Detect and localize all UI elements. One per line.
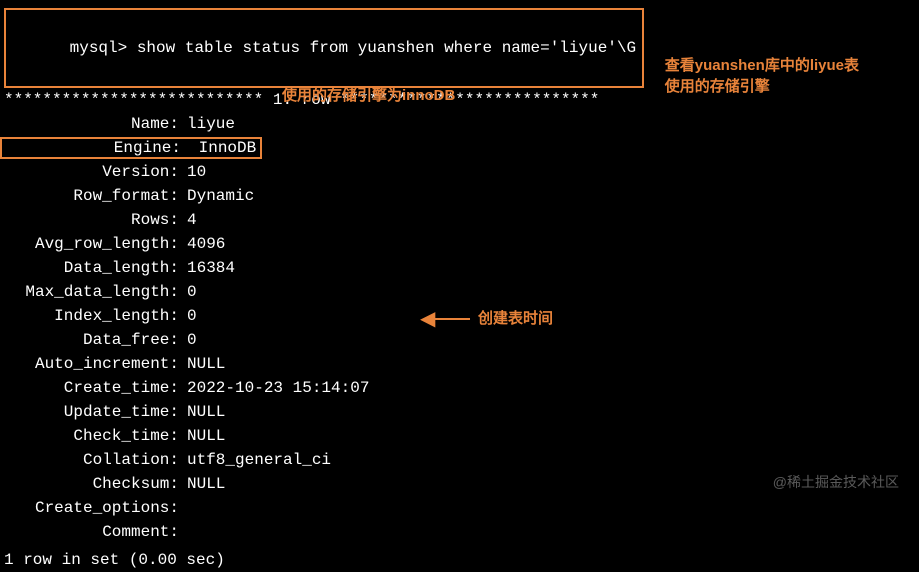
- field-label: Auto_increment:: [4, 352, 179, 376]
- field-row: Create_options:: [4, 496, 915, 520]
- field-label: Avg_row_length:: [4, 232, 179, 256]
- field-row: Data_length: 16384: [4, 256, 915, 280]
- field-label: Max_data_length:: [4, 280, 179, 304]
- field-label: Checksum:: [4, 472, 179, 496]
- watermark: @稀土掘金技术社区: [773, 472, 899, 493]
- field-value: 0: [187, 280, 197, 304]
- field-value: NULL: [187, 352, 225, 376]
- field-label: Version:: [4, 160, 179, 184]
- field-value: 0: [187, 328, 197, 352]
- field-label: Data_free:: [4, 328, 179, 352]
- field-row: Update_time: NULL: [4, 400, 915, 424]
- field-label: Collation:: [4, 448, 179, 472]
- field-row: Auto_increment: NULL: [4, 352, 915, 376]
- field-value: NULL: [187, 400, 225, 424]
- annotation-create-time: 创建表时间: [478, 308, 553, 329]
- annotation-engine-innodb: 使用的存储引擎为innoDB: [282, 85, 455, 106]
- field-label: Update_time:: [4, 400, 179, 424]
- field-label: Create_time:: [4, 376, 179, 400]
- field-label: Index_length:: [4, 304, 179, 328]
- field-row: Data_free: 0: [4, 328, 915, 352]
- field-value: 4096: [187, 232, 225, 256]
- field-row: Max_data_length: 0: [4, 280, 915, 304]
- prompt: mysql>: [70, 39, 128, 57]
- field-row: Engine: InnoDB: [4, 136, 915, 160]
- highlighted-field: Engine: InnoDB: [0, 137, 262, 159]
- field-value: 10: [187, 160, 206, 184]
- field-label: Row_format:: [4, 184, 179, 208]
- field-value: liyue: [187, 112, 235, 136]
- field-value: 2022-10-23 15:14:07: [187, 376, 369, 400]
- sql-command: show table status from yuanshen where na…: [137, 39, 636, 57]
- field-label: Comment:: [4, 520, 179, 544]
- field-value: 16384: [187, 256, 235, 280]
- field-row: Row_format: Dynamic: [4, 184, 915, 208]
- field-row: Rows: 4: [4, 208, 915, 232]
- field-row: Create_time: 2022-10-23 15:14:07: [4, 376, 915, 400]
- field-value: 4: [187, 208, 197, 232]
- field-row: Comment:: [4, 520, 915, 544]
- field-row: Avg_row_length: 4096: [4, 232, 915, 256]
- field-value: 0: [187, 304, 197, 328]
- field-label: Name:: [4, 112, 179, 136]
- result-footer: 1 row in set (0.00 sec): [4, 548, 915, 572]
- annotation-check-engine: 查看yuanshen库中的liyue表 使用的存储引擎: [665, 55, 859, 97]
- field-row: Index_length: 0: [4, 304, 915, 328]
- field-value: NULL: [187, 424, 225, 448]
- field-value: InnoDB: [199, 136, 257, 160]
- field-label: Create_options:: [4, 496, 179, 520]
- field-label: Engine:: [6, 136, 181, 160]
- field-label: Data_length:: [4, 256, 179, 280]
- field-label: Rows:: [4, 208, 179, 232]
- arrow-line: [432, 318, 470, 320]
- field-value: utf8_general_ci: [187, 448, 331, 472]
- field-row: Collation: utf8_general_ci: [4, 448, 915, 472]
- field-row: Name: liyue: [4, 112, 915, 136]
- field-row: Version: 10: [4, 160, 915, 184]
- field-value: NULL: [187, 472, 225, 496]
- field-label: Check_time:: [4, 424, 179, 448]
- arrow-left-icon: ◀: [420, 306, 435, 336]
- field-row: Check_time: NULL: [4, 424, 915, 448]
- field-value: Dynamic: [187, 184, 254, 208]
